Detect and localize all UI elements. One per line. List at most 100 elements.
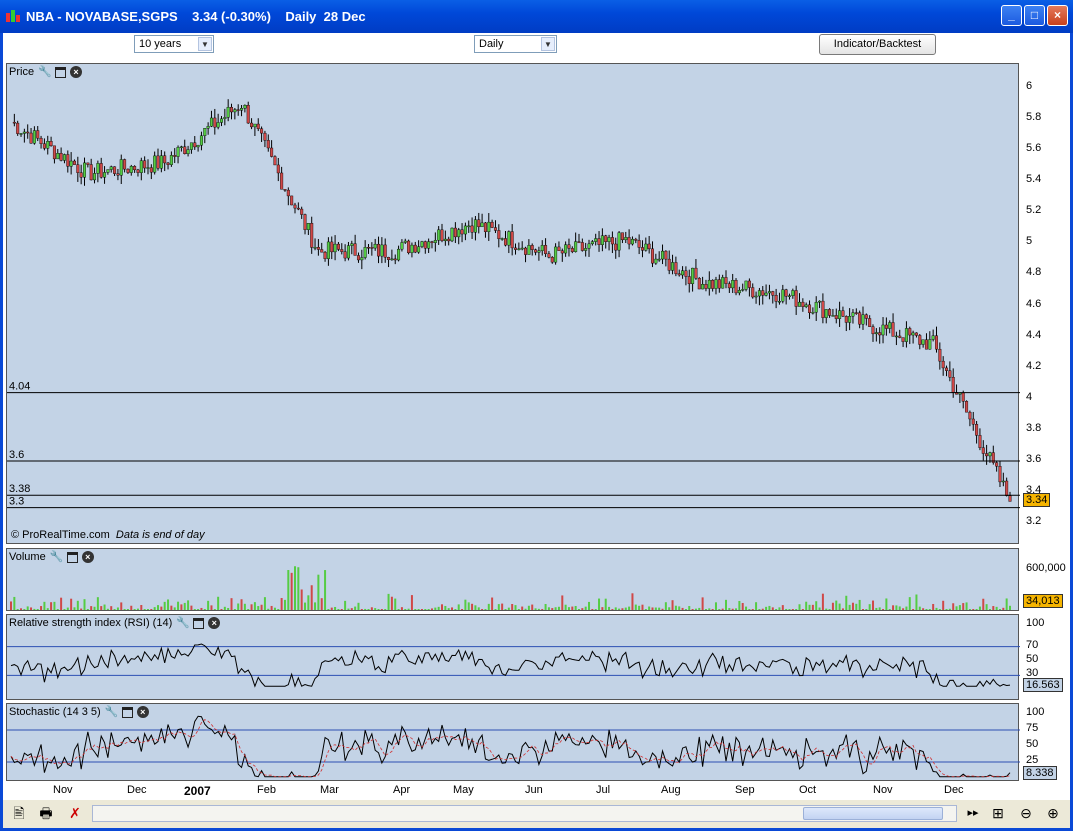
wrench-icon[interactable]: 🔧 bbox=[176, 617, 190, 629]
volume-bar bbox=[444, 605, 447, 610]
volume-bar bbox=[651, 607, 654, 610]
candle bbox=[664, 250, 668, 267]
rsi-panel-header: Relative strength index (RSI) (14) 🔧 × bbox=[9, 617, 221, 629]
volume-bar bbox=[855, 603, 858, 610]
volume-bar bbox=[167, 599, 170, 610]
candle bbox=[888, 320, 892, 334]
volume-bar bbox=[795, 609, 798, 610]
print-preview-icon[interactable]: 🖹 bbox=[9, 804, 29, 822]
candle bbox=[644, 237, 648, 252]
candle bbox=[113, 166, 117, 177]
candle bbox=[911, 330, 915, 344]
candle bbox=[59, 147, 63, 162]
wrench-icon[interactable]: 🔧 bbox=[105, 706, 119, 718]
volume-bar bbox=[735, 608, 738, 610]
close-button[interactable]: × bbox=[1047, 5, 1068, 26]
close-icon[interactable]: × bbox=[136, 706, 149, 718]
window-icon[interactable] bbox=[55, 66, 67, 78]
scrollbar-thumb[interactable] bbox=[803, 807, 943, 820]
volume-bar bbox=[551, 608, 554, 610]
candle bbox=[874, 328, 878, 342]
rsi-panel[interactable]: Relative strength index (RSI) (14) 🔧 × bbox=[6, 614, 1020, 700]
zoom-out-icon[interactable]: ⊖ bbox=[1016, 804, 1036, 822]
zoom-in-icon[interactable]: ⊕ bbox=[1043, 804, 1063, 822]
volume-bar bbox=[808, 604, 811, 610]
volume-bar bbox=[23, 609, 26, 610]
candle bbox=[230, 103, 234, 120]
scroll-right-icon[interactable]: ▸▸ bbox=[963, 804, 983, 822]
price-tick: 4.6 bbox=[1026, 297, 1042, 310]
volume-bar bbox=[387, 593, 390, 610]
zoom-fit-icon[interactable]: ⊞ bbox=[988, 804, 1008, 822]
candle bbox=[620, 232, 624, 244]
candle bbox=[965, 400, 969, 413]
candle bbox=[924, 333, 928, 350]
candle bbox=[737, 286, 741, 296]
candle bbox=[153, 151, 157, 175]
no-cursor-icon[interactable]: ✗ bbox=[65, 804, 85, 822]
candle bbox=[804, 302, 808, 309]
candle bbox=[313, 238, 317, 251]
volume-bar bbox=[447, 608, 450, 610]
period-select[interactable]: 10 years ▼ bbox=[134, 35, 214, 53]
candle bbox=[791, 288, 795, 299]
candle bbox=[89, 158, 93, 181]
candle bbox=[741, 283, 745, 292]
minimize-button[interactable]: _ bbox=[1001, 5, 1022, 26]
candle bbox=[764, 284, 768, 297]
wrench-icon[interactable]: 🔧 bbox=[38, 66, 52, 78]
candle bbox=[390, 249, 394, 261]
volume-bar bbox=[394, 598, 397, 610]
wrench-icon[interactable]: 🔧 bbox=[50, 551, 64, 563]
volume-bar bbox=[868, 604, 871, 610]
printer-icon[interactable]: 🖶 bbox=[36, 804, 56, 822]
candle bbox=[410, 242, 414, 258]
volume-bar bbox=[150, 609, 153, 610]
volume-panel[interactable]: Volume 🔧 × bbox=[6, 548, 1019, 611]
volume-bar bbox=[872, 600, 875, 610]
volume-bar bbox=[100, 606, 103, 610]
window-icon[interactable] bbox=[193, 617, 205, 629]
close-icon[interactable]: × bbox=[208, 617, 221, 629]
maximize-button[interactable]: □ bbox=[1024, 5, 1045, 26]
close-icon[interactable]: × bbox=[70, 66, 83, 78]
candle bbox=[79, 164, 83, 185]
stochastic-panel[interactable]: Stochastic (14 3 5) 🔧 × bbox=[6, 703, 1020, 781]
volume-bar bbox=[360, 609, 363, 610]
horizontal-scrollbar[interactable] bbox=[92, 805, 957, 822]
price-panel[interactable]: 4.04 3.6 3.38 3.3 Price 🔧 × © ProRealTime.com… bbox=[6, 63, 1020, 544]
volume-bar bbox=[123, 609, 126, 610]
volume-bar bbox=[10, 601, 12, 610]
candle bbox=[256, 118, 260, 132]
window-icon[interactable] bbox=[66, 551, 78, 563]
volume-bar bbox=[775, 609, 778, 610]
candle bbox=[303, 213, 307, 235]
volume-bar bbox=[537, 608, 540, 610]
volume-bar bbox=[357, 602, 360, 610]
x-tick-label: Mar bbox=[320, 784, 339, 796]
volume-bar bbox=[1009, 605, 1011, 610]
volume-bar bbox=[678, 606, 681, 610]
candle bbox=[614, 237, 618, 259]
candle bbox=[711, 279, 715, 292]
volume-bar bbox=[240, 599, 243, 610]
candle bbox=[32, 126, 36, 145]
candle bbox=[413, 241, 417, 254]
candle bbox=[724, 270, 728, 289]
volume-bar bbox=[300, 589, 303, 610]
candle bbox=[136, 168, 140, 177]
close-icon[interactable]: × bbox=[81, 551, 94, 563]
volume-bar bbox=[658, 607, 661, 610]
volume-bar bbox=[912, 609, 915, 610]
volume-bar bbox=[828, 609, 831, 610]
candle bbox=[346, 241, 350, 261]
volume-bar bbox=[223, 606, 226, 610]
indicator-backtest-button[interactable]: Indicator/Backtest bbox=[819, 34, 936, 55]
title-bar: NBA - NOVABASE,SGPS 3.34 (-0.30%) Daily … bbox=[0, 0, 1073, 33]
candle bbox=[440, 223, 444, 243]
window-icon[interactable] bbox=[121, 706, 133, 718]
candle bbox=[106, 169, 110, 175]
interval-select[interactable]: Daily ▼ bbox=[474, 35, 557, 53]
candle bbox=[861, 306, 865, 330]
volume-bar bbox=[778, 607, 781, 610]
